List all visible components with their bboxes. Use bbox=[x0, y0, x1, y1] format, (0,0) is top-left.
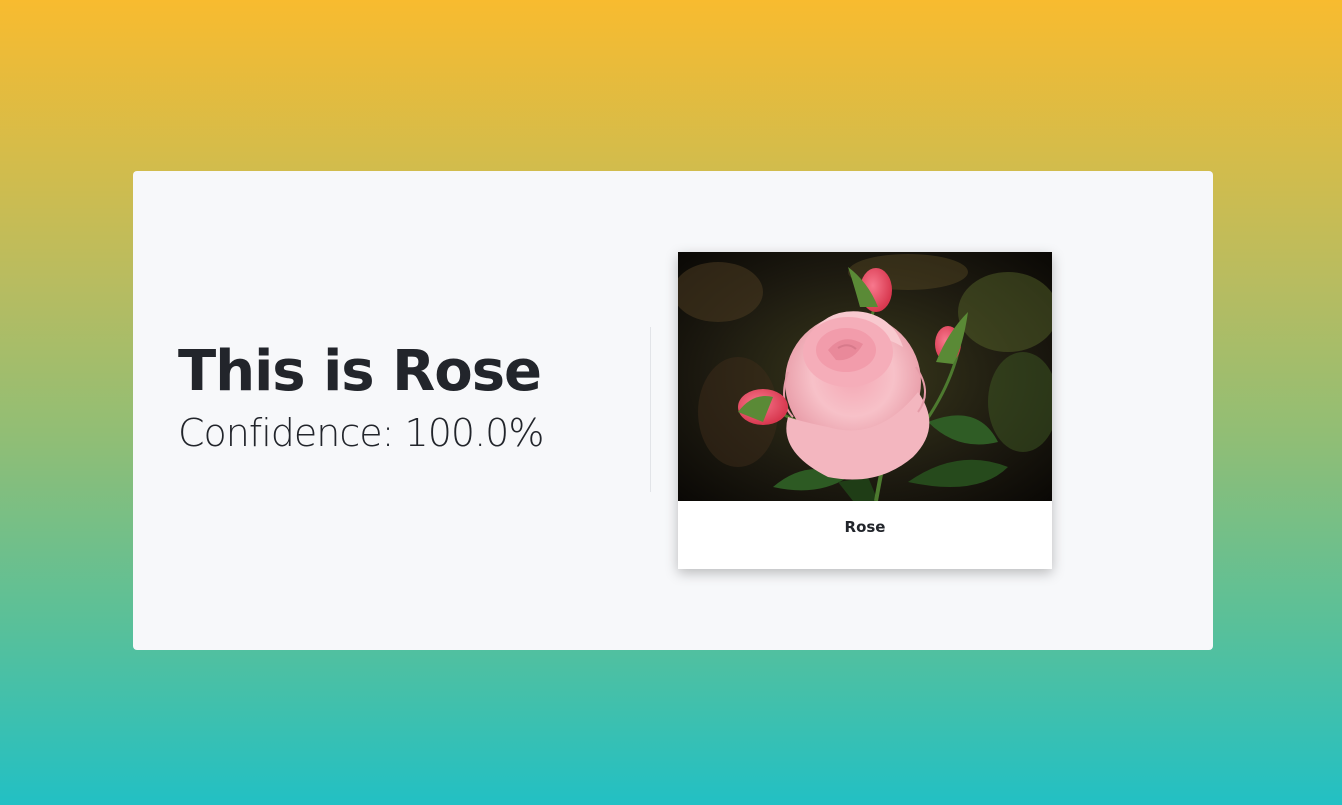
result-panel: This is Rose Confidence: 100.0% Rose bbox=[133, 171, 1213, 650]
prediction-summary: This is Rose Confidence: 100.0% bbox=[178, 339, 618, 457]
confidence-text: Confidence: 100.0% bbox=[178, 411, 544, 455]
vertical-divider bbox=[650, 327, 651, 492]
prediction-headline: This is Rose bbox=[178, 339, 542, 404]
flower-card-caption: Rose bbox=[844, 518, 886, 536]
flower-card: Rose bbox=[678, 252, 1052, 569]
rose-photo bbox=[678, 252, 1052, 501]
